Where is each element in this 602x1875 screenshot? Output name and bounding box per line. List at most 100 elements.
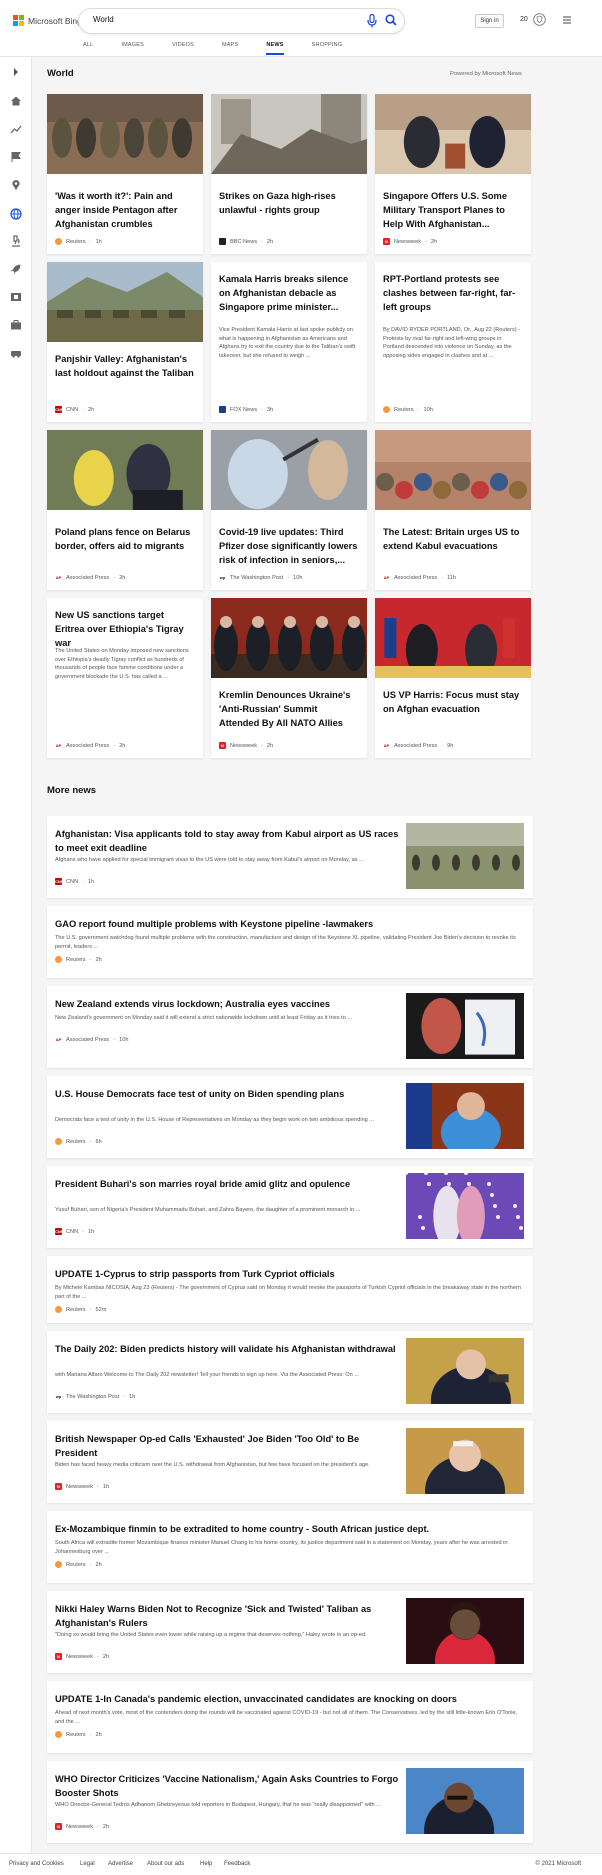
news-card[interactable]: Kremlin Denounces Ukraine's 'Anti-Russia… — [211, 598, 367, 758]
news-item-image[interactable] — [406, 1173, 524, 1239]
microphone-icon[interactable] — [367, 14, 377, 28]
news-item-title[interactable]: Afghanistan: Visa applicants told to sta… — [55, 828, 400, 855]
news-card[interactable]: Strikes on Gaza high-rises unlawful - ri… — [211, 94, 367, 254]
globe-icon[interactable] — [10, 208, 22, 220]
news-list-item[interactable]: UPDATE 1-In Canada's pandemic election, … — [47, 1681, 533, 1753]
news-item-title[interactable]: U.S. House Democrats face test of unity … — [55, 1088, 400, 1102]
footer-link-advertise[interactable]: Advertise — [108, 1861, 133, 1867]
trending-icon[interactable] — [10, 123, 22, 135]
news-list-item[interactable]: UPDATE 1-Cyprus to strip passports from … — [47, 1256, 533, 1323]
news-item-image[interactable] — [406, 1083, 524, 1149]
film-icon[interactable] — [10, 291, 22, 303]
news-card-image[interactable] — [47, 262, 203, 342]
news-card[interactable]: 'Was it worth it?': Pain and anger insid… — [47, 94, 203, 254]
news-card-image[interactable] — [211, 598, 367, 678]
news-card[interactable]: RPT-Portland protests see clashes betwee… — [375, 262, 531, 422]
chevron-right-icon[interactable] — [10, 66, 22, 78]
bing-logo[interactable]: Microsoft Bing — [13, 15, 82, 26]
home-icon[interactable] — [10, 95, 22, 107]
news-item-title[interactable]: President Buhari's son marries royal bri… — [55, 1178, 400, 1192]
news-card[interactable]: Poland plans fence on Belarus border, of… — [47, 430, 203, 590]
news-card[interactable]: Kamala Harris breaks silence on Afghanis… — [211, 262, 367, 422]
microscope-icon[interactable] — [10, 235, 22, 247]
rewards-count[interactable]: 20 — [520, 16, 528, 23]
news-card-image[interactable] — [211, 94, 367, 174]
news-card-image[interactable] — [211, 430, 367, 510]
news-card-title[interactable]: Strikes on Gaza high-rises unlawful - ri… — [219, 189, 359, 217]
news-item-image[interactable] — [406, 1338, 524, 1404]
news-list-item[interactable]: British Newspaper Op-ed Calls 'Exhausted… — [47, 1421, 533, 1503]
news-card-title[interactable]: Panjshir Valley: Afghanistan's last hold… — [55, 352, 195, 380]
ap-logo-icon: AP — [55, 742, 62, 749]
news-list-item[interactable]: Afghanistan: Visa applicants told to sta… — [47, 816, 533, 898]
tab-videos[interactable]: VIDEOS — [172, 40, 194, 55]
news-card-image[interactable] — [375, 598, 531, 678]
news-card-image[interactable] — [375, 430, 531, 510]
news-card-title[interactable]: Covid-19 live updates: Third Pfizer dose… — [219, 525, 359, 567]
news-list-item[interactable]: Nikki Haley Warns Biden Not to Recognize… — [47, 1591, 533, 1673]
news-card-title[interactable]: Poland plans fence on Belarus border, of… — [55, 525, 195, 553]
footer-link-help[interactable]: Help — [200, 1861, 212, 1867]
news-card-image[interactable] — [47, 94, 203, 174]
news-item-title[interactable]: The Daily 202: Biden predicts history wi… — [55, 1343, 400, 1357]
news-item-title[interactable]: UPDATE 1-In Canada's pandemic election, … — [55, 1693, 525, 1707]
footer-link-privacy[interactable]: Privacy and Cookies — [9, 1861, 64, 1867]
news-card[interactable]: The Latest: Britain urges US to extend K… — [375, 430, 531, 590]
news-card-title[interactable]: 'Was it worth it?': Pain and anger insid… — [55, 189, 195, 231]
footer-link-about-ads[interactable]: About our ads — [147, 1861, 184, 1867]
news-item-title[interactable]: UPDATE 1-Cyprus to strip passports from … — [55, 1268, 525, 1282]
powered-by-label[interactable]: Powered by Microsoft News — [450, 71, 522, 77]
news-card-image[interactable] — [47, 430, 203, 510]
news-list-item[interactable]: The Daily 202: Biden predicts history wi… — [47, 1331, 533, 1413]
news-list-item[interactable]: WHO Director Criticizes 'Vaccine Nationa… — [47, 1761, 533, 1843]
news-card[interactable]: US VP Harris: Focus must stay on Afghan … — [375, 598, 531, 758]
news-card-title[interactable]: The Latest: Britain urges US to extend K… — [383, 525, 523, 553]
news-card[interactable]: Panjshir Valley: Afghanistan's last hold… — [47, 262, 203, 422]
news-card[interactable]: New US sanctions target Eritrea over Eth… — [47, 598, 203, 758]
news-list-item[interactable]: GAO report found multiple problems with … — [47, 906, 533, 978]
news-item-image[interactable] — [406, 1768, 524, 1834]
news-item-title[interactable]: New Zealand extends virus lockdown; Aust… — [55, 998, 400, 1012]
news-card[interactable]: Singapore Offers U.S. Some Military Tran… — [375, 94, 531, 254]
news-list-item[interactable]: U.S. House Democrats face test of unity … — [47, 1076, 533, 1158]
news-item-image[interactable] — [406, 823, 524, 889]
news-list-item[interactable]: Ex-Mozambique finmin to be extradited to… — [47, 1511, 533, 1583]
timestamp: 10h — [119, 1036, 129, 1043]
tab-all[interactable]: ALL — [83, 40, 93, 55]
news-item-image[interactable] — [406, 993, 524, 1059]
news-card-title[interactable]: RPT-Portland protests see clashes betwee… — [383, 272, 523, 314]
news-item-title[interactable]: WHO Director Criticizes 'Vaccine Nationa… — [55, 1773, 400, 1800]
rocket-icon[interactable] — [10, 263, 22, 275]
news-card-title[interactable]: Kamala Harris breaks silence on Afghanis… — [219, 272, 359, 314]
tab-shopping[interactable]: SHOPPING — [312, 40, 343, 55]
car-icon[interactable] — [10, 347, 22, 359]
flag-icon[interactable] — [10, 151, 22, 163]
news-card-title[interactable]: Singapore Offers U.S. Some Military Tran… — [383, 189, 523, 231]
news-item-title[interactable]: British Newspaper Op-ed Calls 'Exhausted… — [55, 1433, 400, 1460]
news-card-title[interactable]: New US sanctions target Eritrea over Eth… — [55, 608, 195, 650]
search-input[interactable] — [93, 15, 293, 24]
map-pin-icon[interactable] — [10, 179, 22, 191]
hamburger-menu-icon[interactable] — [562, 15, 572, 25]
news-item-image[interactable] — [406, 1428, 524, 1494]
briefcase-icon[interactable] — [10, 319, 22, 331]
news-list-item[interactable]: President Buhari's son marries royal bri… — [47, 1166, 533, 1248]
news-card-title[interactable]: US VP Harris: Focus must stay on Afghan … — [383, 688, 523, 716]
footer-link-feedback[interactable]: Feedback — [224, 1861, 250, 1867]
tab-images[interactable]: IMAGES — [121, 40, 144, 55]
search-icon[interactable] — [385, 14, 397, 26]
search-box[interactable] — [79, 9, 404, 33]
news-item-image[interactable] — [406, 1598, 524, 1664]
footer-link-legal[interactable]: Legal — [80, 1861, 95, 1867]
news-card-title[interactable]: Kremlin Denounces Ukraine's 'Anti-Russia… — [219, 688, 359, 730]
news-card-image[interactable] — [375, 94, 531, 174]
tab-news[interactable]: NEWS — [266, 40, 284, 55]
news-item-title[interactable]: GAO report found multiple problems with … — [55, 918, 525, 932]
rewards-icon[interactable] — [533, 13, 546, 26]
news-list-item[interactable]: New Zealand extends virus lockdown; Aust… — [47, 986, 533, 1068]
news-item-title[interactable]: Ex-Mozambique finmin to be extradited to… — [55, 1523, 525, 1537]
news-card[interactable]: Covid-19 live updates: Third Pfizer dose… — [211, 430, 367, 590]
tab-maps[interactable]: MAPS — [222, 40, 238, 55]
sign-in-button[interactable]: Sign in — [475, 14, 504, 28]
news-item-title[interactable]: Nikki Haley Warns Biden Not to Recognize… — [55, 1603, 400, 1630]
